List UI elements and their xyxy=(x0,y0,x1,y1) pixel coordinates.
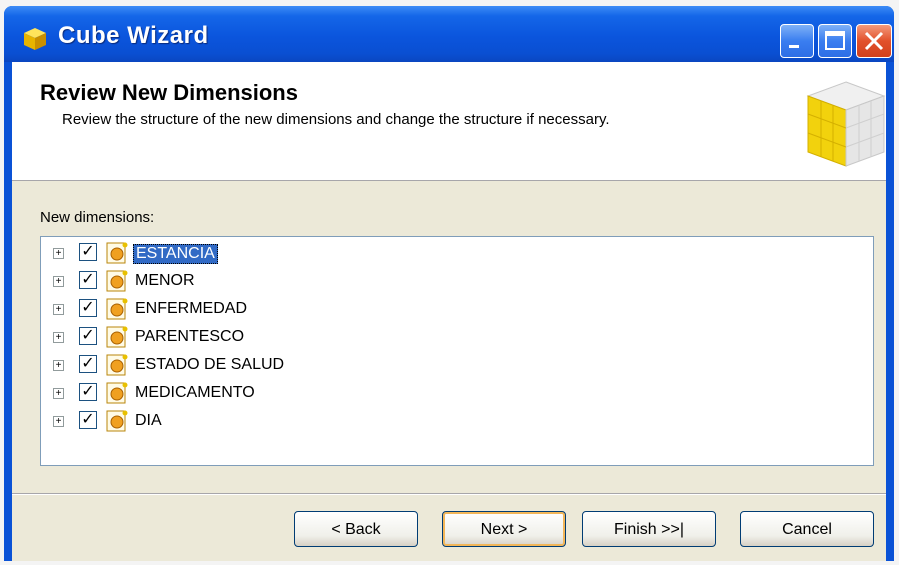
next-button[interactable]: Next > xyxy=(442,511,566,547)
checkbox[interactable]: ✓ xyxy=(79,271,97,289)
title-bar[interactable]: Cube Wizard xyxy=(4,6,894,62)
new-dimensions-label: New dimensions: xyxy=(40,209,155,226)
tree-item-label: MEDICAMENTO xyxy=(135,384,255,401)
expand-icon[interactable]: + xyxy=(53,388,64,399)
cancel-button[interactable]: Cancel xyxy=(740,511,874,547)
tree-item-label: ENFERMEDAD xyxy=(135,300,248,317)
checkbox[interactable]: ✓ xyxy=(79,243,97,261)
expand-icon[interactable]: + xyxy=(53,304,64,315)
dimension-icon xyxy=(106,270,128,292)
wizard-client-area: Review New Dimensions Review the structu… xyxy=(12,62,886,561)
expand-icon[interactable]: + xyxy=(53,416,64,427)
minimize-button[interactable] xyxy=(780,24,814,58)
expand-icon[interactable]: + xyxy=(53,332,64,343)
back-button[interactable]: < Back xyxy=(294,511,418,547)
close-button[interactable] xyxy=(856,24,892,58)
cube-wizard-graphic-icon xyxy=(806,81,886,167)
window-title: Cube Wizard xyxy=(58,22,209,49)
checkbox[interactable]: ✓ xyxy=(79,299,97,317)
checkbox[interactable]: ✓ xyxy=(79,383,97,401)
cube-icon xyxy=(24,28,46,50)
checkbox[interactable]: ✓ xyxy=(79,327,97,345)
minimize-icon xyxy=(789,45,799,48)
dimension-icon xyxy=(106,326,128,348)
maximize-icon xyxy=(825,31,845,50)
footer-divider xyxy=(12,493,886,495)
expand-icon[interactable]: + xyxy=(53,248,64,259)
maximize-button[interactable] xyxy=(818,24,852,58)
cube-wizard-window: Cube Wizard Review New Dimensions Review… xyxy=(4,6,894,561)
finish-button[interactable]: Finish >>| xyxy=(582,511,716,547)
tree-item-label: ESTANCIA xyxy=(133,244,218,264)
close-icon xyxy=(864,31,884,51)
tree-item-label: MENOR xyxy=(135,272,195,289)
checkbox[interactable]: ✓ xyxy=(79,355,97,373)
page-title: Review New Dimensions xyxy=(40,80,298,105)
page-description: Review the structure of the new dimensio… xyxy=(62,111,610,128)
tree-item-label: DIA xyxy=(135,412,162,429)
dimensions-tree[interactable]: + ✓ ESTANCIA + ✓ MENOR + ✓ ENFERMEDAD + … xyxy=(40,236,874,466)
dimension-icon xyxy=(106,242,128,264)
expand-icon[interactable]: + xyxy=(53,276,64,287)
dimension-icon xyxy=(106,382,128,404)
dimension-icon xyxy=(106,298,128,320)
tree-item-label: ESTADO DE SALUD xyxy=(135,356,285,373)
expand-icon[interactable]: + xyxy=(53,360,64,371)
dimension-icon xyxy=(106,410,128,432)
tree-item-label: PARENTESCO xyxy=(135,328,245,345)
wizard-header: Review New Dimensions Review the structu… xyxy=(12,62,886,181)
checkbox[interactable]: ✓ xyxy=(79,411,97,429)
dimension-icon xyxy=(106,354,128,376)
